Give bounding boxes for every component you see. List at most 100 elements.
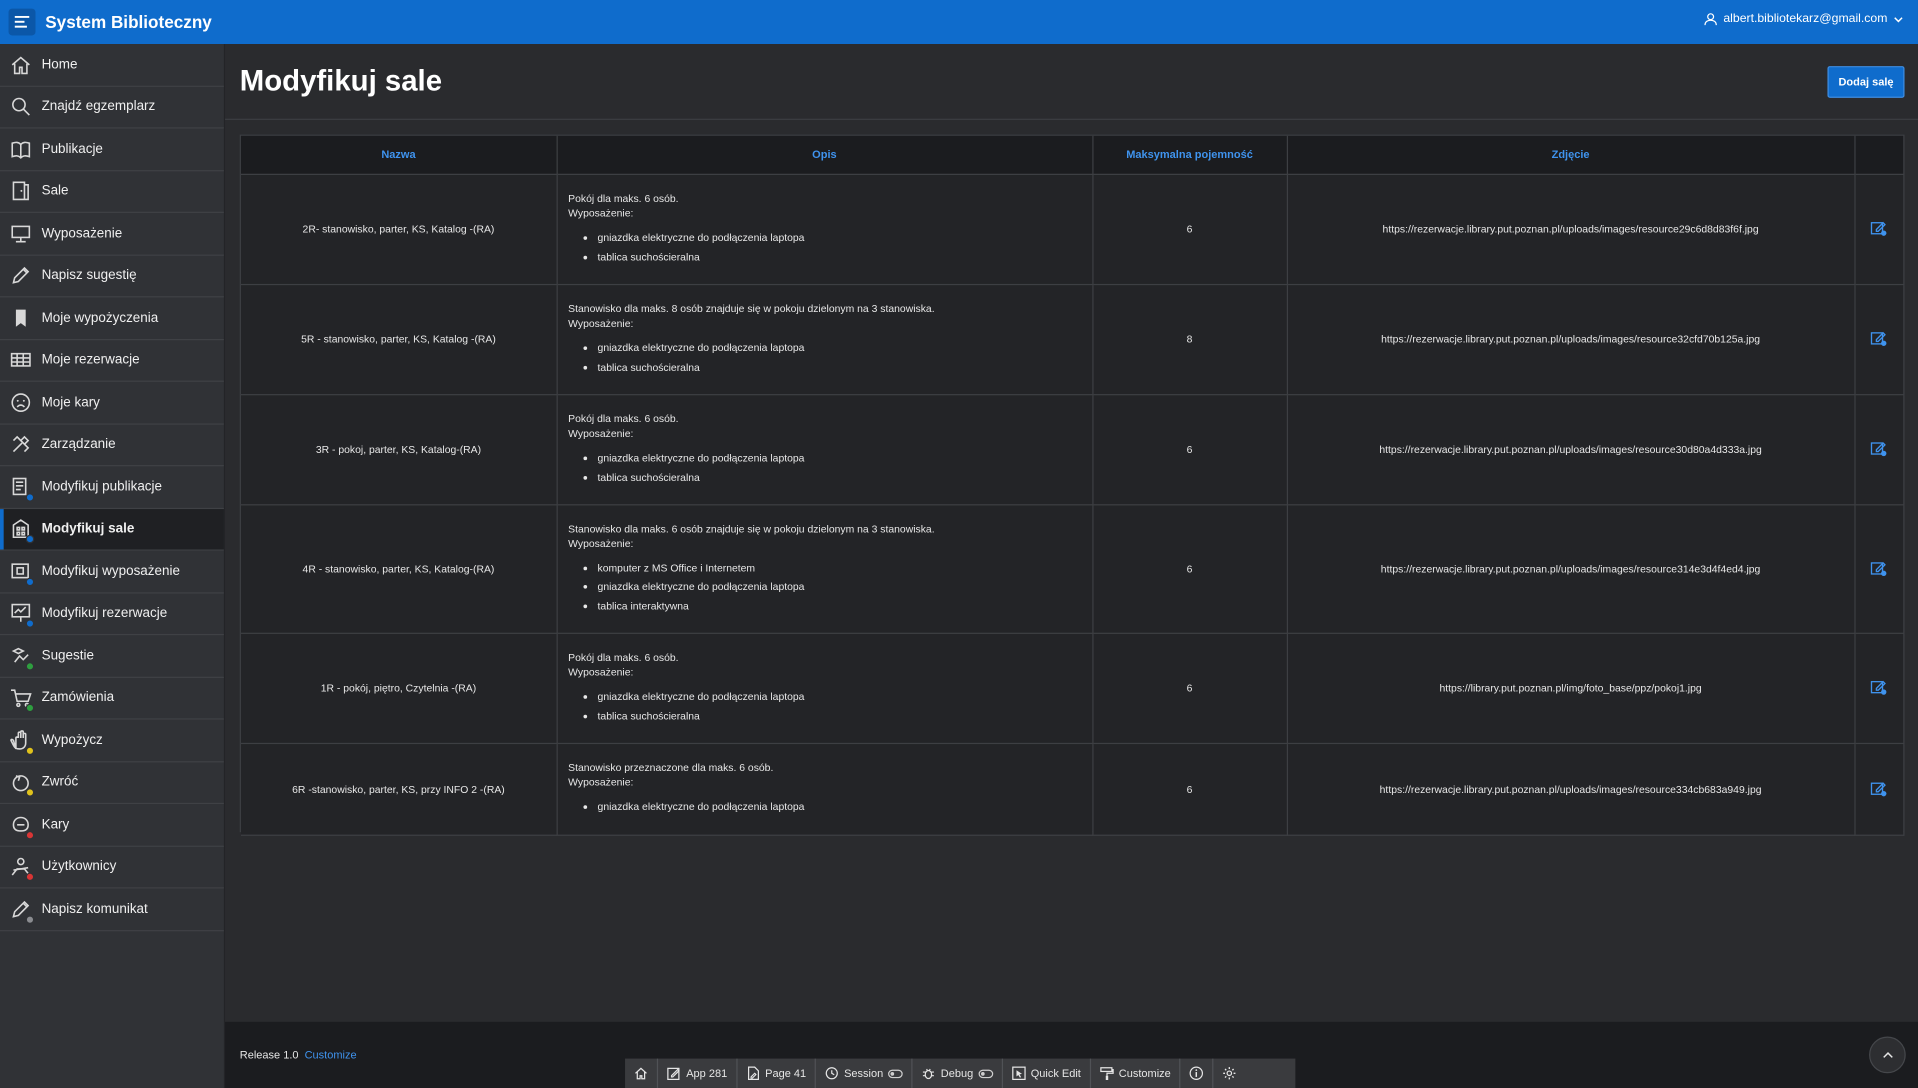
column-header-nazwa[interactable]: Nazwa: [240, 135, 558, 175]
sidebar-item-zarzadzanie[interactable]: Zarządzanie: [0, 424, 224, 467]
equipment-edit-icon: [10, 560, 35, 586]
sidebar-item-wyposazenie[interactable]: Wyposażenie: [0, 213, 224, 256]
app-header: System Biblioteczny albert.bibliotekarz@…: [0, 0, 1918, 45]
cell-pojemnosc: 6: [1092, 632, 1288, 744]
devbar-debug-button[interactable]: Debug: [913, 1058, 1003, 1088]
message-icon: [10, 898, 35, 924]
cell-edit: [1854, 173, 1904, 285]
cell-nazwa: 5R - stanowisko, parter, KS, Katalog -(R…: [240, 283, 558, 395]
user-menu[interactable]: albert.bibliotekarz@gmail.com: [1704, 12, 1903, 26]
publication-edit-icon: [10, 476, 35, 502]
devbar-info-button[interactable]: [1181, 1058, 1214, 1088]
status-dot-icon: [25, 619, 35, 629]
equipment-list: gniazdka elektryczne do podłączenia lapt…: [598, 339, 1081, 377]
status-dot-icon: [25, 915, 35, 924]
customize-link[interactable]: Customize: [305, 1049, 357, 1061]
devbar-customize-button[interactable]: Customize: [1091, 1058, 1181, 1088]
cell-opis: Pokój dla maks. 6 osób. Wyposażenie: gni…: [556, 394, 1093, 505]
cell-zdjecie: https://rezerwacje.library.put.poznan.pl…: [1286, 394, 1855, 505]
sidebar-item-label: Znajdź egzemplarz: [41, 99, 156, 115]
cell-zdjecie: https://rezerwacje.library.put.poznan.pl…: [1286, 173, 1855, 285]
sidebar-item-home[interactable]: Home: [0, 44, 224, 87]
sidebar-item-label: Modyfikuj rezerwacje: [41, 606, 168, 621]
devbar-page-button[interactable]: Page 41: [737, 1058, 816, 1088]
edit-row-icon[interactable]: [1870, 439, 1887, 457]
edit-row-icon[interactable]: [1870, 559, 1887, 576]
cart-icon: [10, 687, 35, 713]
cell-zdjecie: https://rezerwacje.library.put.poznan.pl…: [1286, 742, 1855, 836]
devbar-session-label: Session: [844, 1067, 884, 1080]
cell-opis: Stanowisko przeznaczone dla maks. 6 osób…: [556, 742, 1093, 836]
sidebar-item-modyfikuj-wyposazenie[interactable]: Modyfikuj wyposażenie: [0, 551, 224, 593]
devbar-app-button[interactable]: App 281: [658, 1058, 738, 1088]
devbar-quick-edit-button[interactable]: Quick Edit: [1003, 1058, 1091, 1088]
sidebar-item-znajdz-egzemplarz[interactable]: Znajdź egzemplarz: [0, 86, 224, 129]
edit-page-icon: [747, 1066, 759, 1081]
building-edit-icon: [10, 518, 35, 544]
sidebar-item-moje-rezerwacje[interactable]: Moje rezerwacje: [0, 340, 224, 382]
sidebar-item-label: Kary: [41, 817, 70, 832]
app-title[interactable]: System Biblioteczny: [45, 12, 212, 32]
opis-equipment-heading: Wyposażenie:: [568, 316, 634, 330]
developer-toolbar: App 281 Page 41 Session Debug Quick Edit…: [625, 1058, 1296, 1088]
sidebar-item-label: Wypożycz: [41, 732, 103, 748]
menu-toggle-button[interactable]: [8, 8, 36, 36]
bug-icon: [923, 1068, 935, 1080]
column-header-opis[interactable]: Opis: [556, 135, 1093, 175]
column-header-zdjecie[interactable]: Zdjęcie: [1286, 135, 1855, 175]
sidebar-item-kary[interactable]: Kary: [0, 804, 224, 847]
table-row: 1R - pokój, piętro, Czytelnia -(RA) Pokó…: [240, 632, 1904, 744]
cell-edit: [1854, 394, 1904, 505]
session-icon: [825, 1067, 838, 1080]
table-row: 3R - pokoj, parter, KS, Katalog-(RA) Pok…: [240, 394, 1904, 505]
equipment-list-item: tablica suchościeralna: [598, 468, 1081, 487]
sidebar-item-napisz-sugestie[interactable]: Napisz sugestię: [0, 255, 224, 298]
user-email: albert.bibliotekarz@gmail.com: [1723, 12, 1888, 26]
edit-row-icon[interactable]: [1870, 219, 1887, 236]
edit-row-icon[interactable]: [1870, 678, 1887, 695]
sidebar-item-modyfikuj-rezerwacje[interactable]: Modyfikuj rezerwacje: [0, 593, 224, 636]
sidebar-item-wypozycz[interactable]: Wypożycz: [0, 720, 224, 762]
sidebar-item-modyfikuj-sale[interactable]: Modyfikuj sale: [0, 508, 224, 551]
status-dot-icon: [25, 661, 35, 671]
sidebar-item-publikacje[interactable]: Publikacje: [0, 128, 224, 171]
edit-row-icon[interactable]: [1870, 779, 1887, 796]
chevron-up-icon: [1882, 1052, 1893, 1058]
sidebar-item-sugestie[interactable]: Sugestie: [0, 635, 224, 678]
sidebar-item-modyfikuj-publikacje[interactable]: Modyfikuj publikacje: [0, 466, 224, 509]
column-header-pojemnosc[interactable]: Maksymalna pojemność: [1092, 135, 1288, 175]
sidebar-item-moje-kary[interactable]: Moje kary: [0, 382, 224, 425]
sidebar-item-sale[interactable]: Sale: [0, 171, 224, 213]
opis-equipment-heading: Wyposażenie:: [568, 206, 634, 220]
sidebar-item-label: Zwróć: [41, 774, 79, 790]
sidebar-item-label: Użytkownicy: [41, 859, 117, 875]
status-dot-icon: [25, 535, 35, 544]
bookmark-icon: [10, 307, 32, 329]
devbar-home-button[interactable]: [625, 1058, 659, 1088]
cell-pojemnosc: 6: [1092, 173, 1288, 285]
devbar-settings-button[interactable]: [1214, 1059, 1246, 1088]
search-icon: [10, 96, 32, 118]
table-row: 4R - stanowisko, parter, KS, Katalog-(RA…: [240, 504, 1904, 634]
devbar-quick-edit-label: Quick Edit: [1030, 1067, 1081, 1080]
rooms-table: Nazwa Opis Maksymalna pojemność Zdjęcie …: [240, 135, 1904, 836]
sidebar-item-uzytkownicy[interactable]: Użytkownicy: [0, 846, 224, 889]
table-row: 6R -stanowisko, parter, KS, przy INFO 2 …: [240, 742, 1904, 836]
sidebar-item-label: Modyfikuj wyposażenie: [41, 563, 180, 579]
cell-nazwa: 1R - pokój, piętro, Czytelnia -(RA): [240, 632, 558, 744]
user-icon: [1704, 13, 1717, 26]
hamburger-icon: [14, 15, 30, 28]
table-header-row: Nazwa Opis Maksymalna pojemność Zdjęcie: [240, 135, 1904, 175]
sidebar-item-zwroc[interactable]: Zwróć: [0, 762, 224, 805]
sidebar-item-zamowienia[interactable]: Zamówienia: [0, 677, 224, 720]
paint-roller-icon: [1099, 1067, 1114, 1081]
column-header-edit: [1854, 135, 1904, 175]
cell-nazwa: 3R - pokoj, parter, KS, Katalog-(RA): [240, 394, 558, 505]
sidebar-item-moje-wypozyczenia[interactable]: Moje wypożyczenia: [0, 297, 224, 340]
add-room-button[interactable]: Dodaj salę: [1827, 66, 1905, 98]
sidebar-item-napisz-komunikat[interactable]: Napisz komunikat: [0, 888, 224, 931]
devbar-session-button[interactable]: Session: [816, 1058, 913, 1088]
edit-row-icon[interactable]: [1870, 329, 1887, 346]
scroll-to-top-button[interactable]: [1869, 1036, 1906, 1074]
equipment-list-item: tablica suchościeralna: [598, 248, 1081, 267]
